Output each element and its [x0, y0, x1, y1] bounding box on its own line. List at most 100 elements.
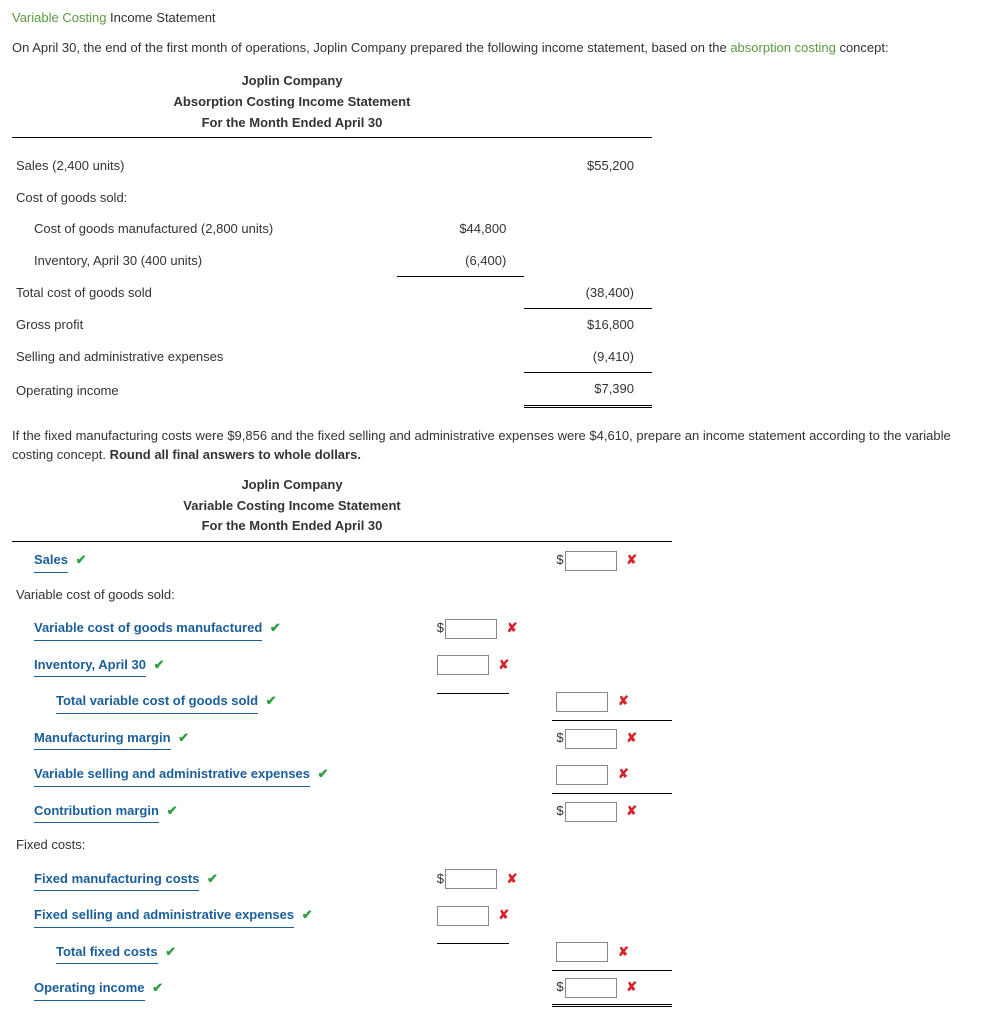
vsae-dropdown[interactable]: Variable selling and administrative expe… — [34, 762, 310, 787]
table-row: Inventory, April 30 (400 units) (6,400) — [12, 245, 652, 277]
cross-icon: ✘ — [498, 907, 509, 922]
oi-amount-input[interactable] — [565, 978, 617, 998]
statement-name: Variable Costing Income Statement — [12, 496, 572, 517]
cmargin-dropdown[interactable]: Contribution margin — [34, 799, 159, 824]
intro-text: On April 30, the end of the first month … — [12, 40, 730, 55]
table-row: Total variable cost of goods sold ✔ ✘ — [12, 683, 672, 720]
row-label: Gross profit — [12, 309, 397, 341]
vcogm-amount-input[interactable] — [445, 619, 497, 639]
table-row: Variable cost of goods manufactured ✔ $ … — [12, 610, 672, 647]
variable-statement-heading: Joplin Company Variable Costing Income S… — [12, 475, 572, 537]
dollar-sign: $ — [556, 803, 563, 818]
table-row: Cost of goods sold: — [12, 182, 652, 214]
table-row: Selling and administrative expenses (9,4… — [12, 341, 652, 373]
row-amount: $44,800 — [397, 213, 525, 245]
instruction-paragraph: If the fixed manufacturing costs were $9… — [12, 426, 989, 465]
subtotal-rule — [437, 692, 509, 694]
table-row: Gross profit $16,800 — [12, 309, 652, 341]
row-label: Sales (2,400 units) — [12, 150, 397, 182]
intro-paragraph: On April 30, the end of the first month … — [12, 38, 989, 58]
tfc-dropdown[interactable]: Total fixed costs — [56, 940, 158, 965]
row-label: Operating income — [12, 373, 397, 407]
inventory-dropdown[interactable]: Inventory, April 30 — [34, 653, 146, 678]
table-row: Inventory, April 30 ✔ ✘ — [12, 647, 672, 684]
check-icon: ✔ — [165, 944, 176, 959]
check-icon: ✔ — [318, 766, 329, 781]
row-label: Total cost of goods sold — [12, 277, 397, 309]
statement-name: Absorption Costing Income Statement — [12, 92, 572, 113]
sales-dropdown[interactable]: Sales — [34, 548, 68, 573]
check-icon: ✔ — [152, 980, 163, 995]
vsae-amount-input[interactable] — [556, 765, 608, 785]
table-row: Total fixed costs ✔ ✘ — [12, 934, 672, 971]
page-title: Variable Costing Income Statement — [12, 8, 989, 28]
cross-icon: ✘ — [626, 552, 637, 567]
cross-icon: ✘ — [507, 620, 518, 635]
table-row: Operating income $7,390 — [12, 373, 652, 407]
subtotal-rule — [437, 942, 509, 944]
table-row: Variable selling and administrative expe… — [12, 756, 672, 793]
check-icon: ✔ — [207, 871, 218, 886]
sales-amount-input[interactable] — [565, 551, 617, 571]
tvcogs-dropdown[interactable]: Total variable cost of goods sold — [56, 689, 258, 714]
check-icon: ✔ — [178, 730, 189, 745]
tfc-amount-input[interactable] — [556, 942, 608, 962]
oi-dropdown[interactable]: Operating income — [34, 976, 145, 1001]
cross-icon: ✘ — [626, 803, 637, 818]
cross-icon: ✘ — [498, 657, 509, 672]
table-row: Total cost of goods sold (38,400) — [12, 277, 652, 309]
check-icon: ✔ — [270, 620, 281, 635]
instruction-bold: Round all final answers to whole dollars… — [110, 447, 361, 462]
cross-icon: ✘ — [618, 693, 629, 708]
tvcogs-amount-input[interactable] — [556, 692, 608, 712]
row-label: Inventory, April 30 (400 units) — [12, 245, 397, 277]
cross-icon: ✘ — [626, 730, 637, 745]
check-icon: ✔ — [266, 693, 277, 708]
row-label: Cost of goods manufactured (2,800 units) — [12, 213, 397, 245]
check-icon: ✔ — [76, 552, 87, 567]
check-icon: ✔ — [167, 803, 178, 818]
row-label: Cost of goods sold: — [12, 182, 397, 214]
cross-icon: ✘ — [618, 944, 629, 959]
dollar-sign: $ — [556, 979, 563, 994]
dollar-sign: $ — [437, 620, 444, 635]
title-link-part: Variable Costing — [12, 10, 106, 25]
row-label: Variable cost of goods sold: — [12, 579, 433, 611]
mmargin-amount-input[interactable] — [565, 729, 617, 749]
mmargin-dropdown[interactable]: Manufacturing margin — [34, 726, 171, 751]
intro-text-post: concept: — [836, 40, 889, 55]
row-amount: $16,800 — [524, 309, 652, 341]
table-row: Sales ✔ $ ✘ — [12, 542, 672, 579]
inventory-amount-input[interactable] — [437, 655, 489, 675]
fsae-dropdown[interactable]: Fixed selling and administrative expense… — [34, 903, 294, 928]
vcogm-dropdown[interactable]: Variable cost of goods manufactured — [34, 616, 262, 641]
period-line: For the Month Ended April 30 — [12, 113, 572, 134]
table-row: Variable cost of goods sold: — [12, 579, 672, 611]
dollar-sign: $ — [556, 552, 563, 567]
row-amount: (6,400) — [397, 245, 525, 277]
fmc-amount-input[interactable] — [445, 869, 497, 889]
fmc-dropdown[interactable]: Fixed manufacturing costs — [34, 867, 199, 892]
cmargin-amount-input[interactable] — [565, 802, 617, 822]
company-name: Joplin Company — [12, 71, 572, 92]
cross-icon: ✘ — [507, 871, 518, 886]
row-amount: (9,410) — [524, 341, 652, 373]
check-icon: ✔ — [154, 657, 165, 672]
row-amount: (38,400) — [524, 277, 652, 309]
row-label: Selling and administrative expenses — [12, 341, 397, 373]
fsae-amount-input[interactable] — [437, 906, 489, 926]
row-amount: $55,200 — [524, 150, 652, 182]
table-row: Fixed selling and administrative expense… — [12, 897, 672, 934]
cross-icon: ✘ — [618, 766, 629, 781]
row-label: Fixed costs: — [12, 829, 433, 861]
cross-icon: ✘ — [626, 979, 637, 994]
table-row: Fixed manufacturing costs ✔ $ ✘ — [12, 861, 672, 898]
table-row: Fixed costs: — [12, 829, 672, 861]
absorption-costing-link[interactable]: absorption costing — [730, 40, 836, 55]
absorption-statement-heading: Joplin Company Absorption Costing Income… — [12, 71, 572, 133]
dollar-sign: $ — [437, 871, 444, 886]
dollar-sign: $ — [556, 730, 563, 745]
company-name: Joplin Company — [12, 475, 572, 496]
title-plain-part: Income Statement — [106, 10, 215, 25]
table-row: Operating income ✔ $ ✘ — [12, 970, 672, 1007]
